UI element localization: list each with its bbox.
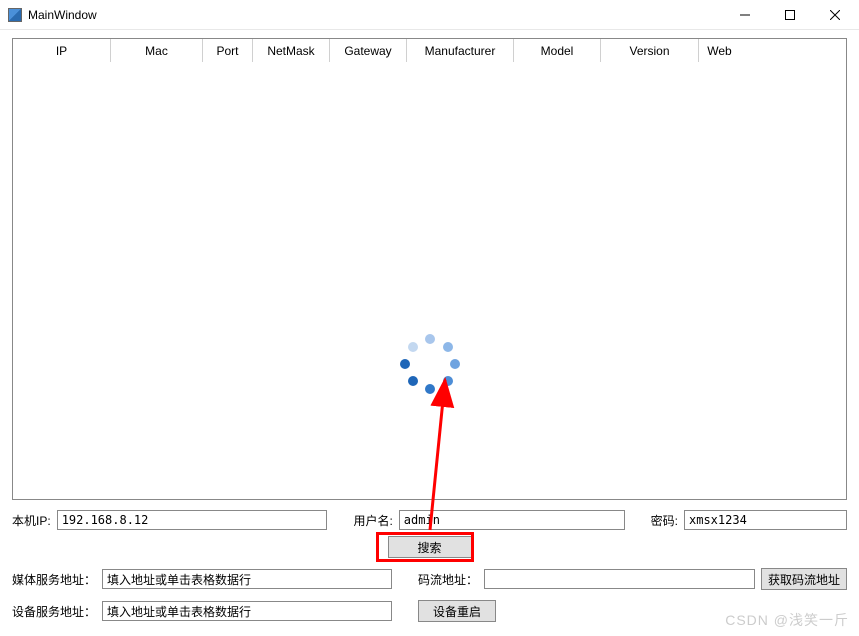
window-title: MainWindow (28, 8, 722, 22)
credentials-row: 本机IP: 用户名: 密码: (12, 510, 847, 530)
password-label: 密码: (651, 512, 678, 529)
column-port[interactable]: Port (203, 39, 253, 62)
column-model[interactable]: Model (514, 39, 601, 62)
local-ip-input[interactable] (57, 510, 328, 530)
device-restart-button[interactable]: 设备重启 (418, 600, 496, 622)
get-stream-url-button[interactable]: 获取码流地址 (761, 568, 847, 590)
local-ip-label: 本机IP: (12, 512, 51, 529)
table-header: IP Mac Port NetMask Gateway Manufacturer… (13, 39, 846, 63)
column-mac[interactable]: Mac (111, 39, 203, 62)
username-input[interactable] (399, 510, 625, 530)
username-label: 用户名: (353, 512, 392, 529)
watermark: CSDN @浅笑一斤 (725, 610, 849, 630)
device-row: 设备服务地址： 设备重启 (12, 600, 847, 622)
device-service-input[interactable] (102, 601, 392, 621)
column-version[interactable]: Version (601, 39, 699, 62)
device-table[interactable]: IP Mac Port NetMask Gateway Manufacturer… (12, 38, 847, 500)
column-ip[interactable]: IP (13, 39, 111, 62)
maximize-button[interactable] (767, 0, 812, 29)
media-row: 媒体服务地址： 码流地址： 获取码流地址 (12, 568, 847, 590)
close-icon (830, 10, 840, 20)
column-gateway[interactable]: Gateway (330, 39, 407, 62)
column-manufacturer[interactable]: Manufacturer (407, 39, 514, 62)
device-service-label: 设备服务地址： (12, 603, 96, 620)
loading-spinner (400, 334, 460, 394)
stream-label: 码流地址： (418, 571, 478, 588)
media-service-input[interactable] (102, 569, 392, 589)
media-service-label: 媒体服务地址： (12, 571, 96, 588)
titlebar: MainWindow (0, 0, 859, 30)
password-input[interactable] (684, 510, 847, 530)
window-controls (722, 0, 857, 29)
search-button[interactable]: 搜索 (388, 536, 472, 558)
main-content: IP Mac Port NetMask Gateway Manufacturer… (0, 30, 859, 630)
stream-input[interactable] (484, 569, 755, 589)
minimize-icon (740, 10, 750, 20)
column-web[interactable]: Web (699, 39, 740, 62)
minimize-button[interactable] (722, 0, 767, 29)
search-row: 搜索 (12, 536, 847, 558)
app-icon (8, 8, 22, 22)
column-netmask[interactable]: NetMask (253, 39, 330, 62)
close-button[interactable] (812, 0, 857, 29)
maximize-icon (785, 10, 795, 20)
